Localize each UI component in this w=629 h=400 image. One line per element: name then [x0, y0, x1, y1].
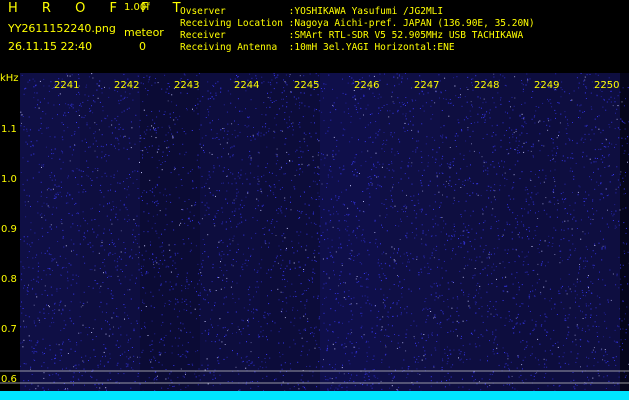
minute-column: [380, 73, 440, 391]
y-tick-label: 1.0: [1, 174, 17, 185]
waterfall-spectrogram: [0, 73, 629, 400]
minute-column: [260, 73, 320, 391]
minute-column: [140, 73, 200, 391]
baseline-strip: [0, 391, 629, 400]
x-tick-label: 2244: [234, 80, 260, 91]
x-tick-label: 2242: [114, 80, 140, 91]
minute-column: [440, 73, 500, 391]
x-tick-label: 2245: [294, 80, 320, 91]
app-title: H R O F F T: [8, 1, 191, 16]
minute-column: [80, 73, 140, 391]
datetime-label: 26.11.15 22:40: [8, 40, 93, 53]
y-tick-label: 0.8: [1, 274, 17, 285]
y-tick-label: 0.6: [1, 374, 17, 385]
x-tick-label: 2241: [54, 80, 80, 91]
version-label: 1.00f: [124, 2, 150, 13]
observer-line: Ovserver :YOSHIKAWA Yasufumi /JG2MLI: [180, 6, 444, 17]
minute-column: [20, 73, 80, 391]
x-tick-label: 2246: [354, 80, 380, 91]
x-tick-label: 2249: [534, 80, 560, 91]
minute-column: [560, 73, 620, 391]
y-tick-label: 1.1: [1, 124, 17, 135]
y-axis-unit: kHz: [0, 73, 19, 84]
filename-label: YY2611152240.png: [8, 22, 116, 35]
y-tick-label: 0.9: [1, 224, 17, 235]
x-tick-label: 2243: [174, 80, 200, 91]
x-tick-label: 2247: [414, 80, 440, 91]
y-tick-label: 0.7: [1, 324, 17, 335]
meteor-count: 0: [139, 40, 146, 53]
minute-column: [200, 73, 260, 391]
x-tick-label: 2248: [474, 80, 500, 91]
minute-column: [500, 73, 560, 391]
location-line: Receiving Location :Nagoya Aichi-pref. J…: [180, 18, 535, 29]
header-panel: H R O F F T 1.00f YY2611152240.png meteo…: [0, 0, 629, 73]
minute-column: [320, 73, 380, 391]
antenna-line: Receiving Antenna :10mH 3el.YAGI Horizon…: [180, 42, 455, 53]
receiver-line: Receiver :SMArt RTL-SDR V5 52.905MHz USB…: [180, 30, 524, 41]
meteor-label: meteor: [124, 26, 164, 39]
x-tick-label: 2250: [594, 80, 620, 91]
